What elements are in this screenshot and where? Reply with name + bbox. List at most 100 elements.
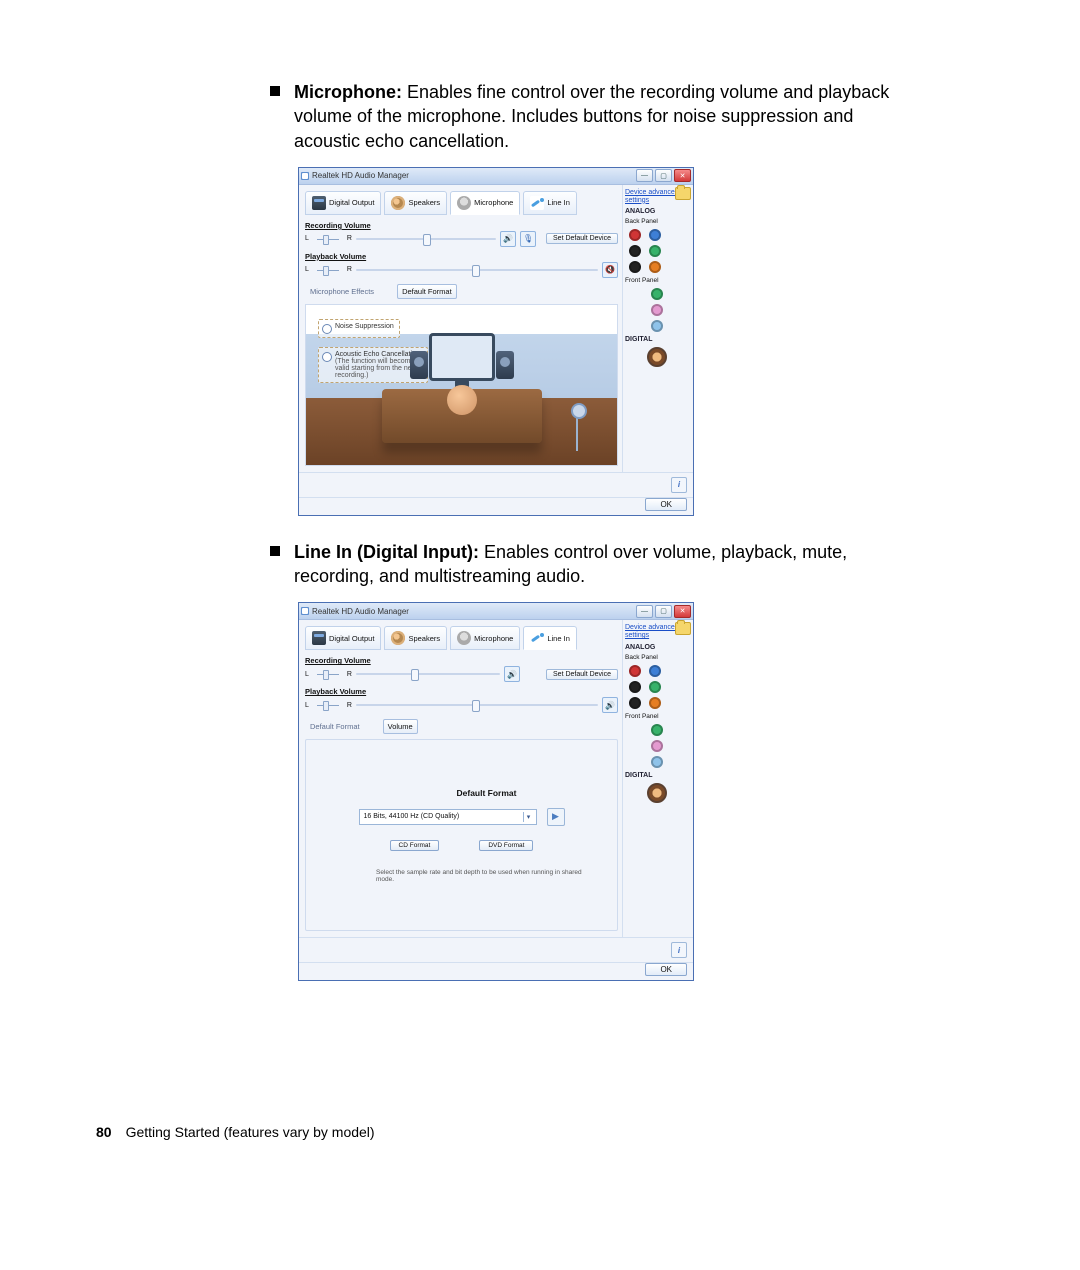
speaker-icon (391, 631, 405, 645)
recording-volume-slider[interactable] (356, 670, 500, 678)
tab-label: Microphone (474, 634, 513, 643)
default-format-heading: Default Format (376, 788, 597, 798)
noise-suppression-option[interactable]: Noise Suppression (318, 319, 400, 338)
tab-microphone[interactable]: Microphone (450, 626, 520, 650)
bullet-text: Line In (Digital Input): Enables control… (294, 540, 920, 589)
sample-format-dropdown[interactable]: 16 Bits, 44100 Hz (CD Quality) ▾ (359, 809, 537, 825)
port-blue[interactable] (649, 665, 661, 677)
digital-heading: DIGITAL (625, 336, 689, 343)
front-port-blue[interactable] (651, 756, 663, 768)
tab-speakers[interactable]: Speakers (384, 626, 447, 650)
subtab-microphone-effects[interactable]: Microphone Effects (305, 284, 379, 299)
recording-volume-slider[interactable] (356, 235, 496, 243)
microphone-graphic (567, 403, 587, 451)
tab-digital-output[interactable]: Digital Output (305, 191, 381, 215)
page-footer: 80Getting Started (features vary by mode… (0, 1124, 1080, 1140)
close-button[interactable]: ✕ (674, 169, 691, 182)
subtab-volume[interactable]: Volume (383, 719, 418, 734)
front-port-green[interactable] (651, 288, 663, 300)
playback-volume-label: Playback Volume (305, 252, 618, 261)
front-port-pink[interactable] (651, 304, 663, 316)
test-play-button[interactable]: ▶ (547, 808, 565, 826)
balance-r: R (347, 266, 352, 273)
port-grey[interactable] (629, 261, 641, 273)
digital-coax-port[interactable] (647, 783, 667, 803)
port-orange[interactable] (649, 697, 661, 709)
bullet-marker (270, 86, 280, 96)
recording-mute-button[interactable]: 🔊 (500, 231, 516, 247)
default-format-pane: Default Format 16 Bits, 44100 Hz (CD Qua… (305, 739, 618, 931)
close-button[interactable]: ✕ (674, 605, 691, 618)
line-in-icon (530, 631, 544, 645)
playback-volume-slider[interactable] (356, 701, 598, 709)
playback-balance[interactable] (313, 266, 343, 274)
microphone-icon (457, 196, 471, 210)
folder-icon[interactable] (675, 622, 691, 635)
ok-button[interactable]: OK (645, 498, 687, 511)
device-tabs: Digital Output Speakers Microphone Line … (305, 626, 618, 650)
recording-mute-button[interactable]: 🔊 (504, 666, 520, 682)
microphone-effects-scene: Noise Suppression Acoustic Echo Cancella… (305, 304, 618, 466)
radio-icon[interactable] (322, 324, 332, 334)
maximize-button[interactable]: ▢ (655, 605, 672, 618)
port-green[interactable] (649, 245, 661, 257)
minimize-button[interactable]: — (636, 605, 653, 618)
port-orange[interactable] (649, 261, 661, 273)
tab-line-in[interactable]: Line In (523, 626, 577, 650)
port-red[interactable] (629, 229, 641, 241)
set-default-device-button[interactable]: Set Default Device (546, 233, 618, 244)
maximize-button[interactable]: ▢ (655, 169, 672, 182)
dvd-format-button[interactable]: DVD Format (479, 840, 533, 851)
port-black[interactable] (629, 681, 641, 693)
tab-speakers[interactable]: Speakers (384, 191, 447, 215)
port-red[interactable] (629, 665, 641, 677)
balance-r: R (347, 702, 352, 709)
recording-balance[interactable] (313, 235, 343, 243)
tab-microphone[interactable]: Microphone (450, 191, 520, 215)
bullet-label: Line In (Digital Input): (294, 542, 479, 562)
cd-format-button[interactable]: CD Format (390, 840, 440, 851)
port-green[interactable] (649, 681, 661, 693)
option-label: Noise Suppression (335, 323, 394, 330)
microphone-icon (457, 631, 471, 645)
front-port-blue[interactable] (651, 320, 663, 332)
playback-balance[interactable] (313, 701, 343, 709)
front-port-pink[interactable] (651, 740, 663, 752)
port-black[interactable] (629, 245, 641, 257)
recording-boost-button[interactable]: 🎙 (520, 231, 536, 247)
balance-l: L (305, 671, 309, 678)
bullet-label: Microphone: (294, 82, 402, 102)
balance-r: R (347, 235, 352, 242)
bullet-line-in: Line In (Digital Input): Enables control… (270, 540, 920, 589)
radio-icon[interactable] (322, 352, 332, 362)
set-default-device-button[interactable]: Set Default Device (546, 669, 618, 680)
recording-balance[interactable] (313, 670, 343, 678)
window-titlebar[interactable]: Realtek HD Audio Manager — ▢ ✕ (299, 603, 693, 620)
tab-label: Microphone (474, 198, 513, 207)
info-button[interactable]: i (671, 942, 687, 958)
playback-mute-button[interactable]: 🔇 (602, 262, 618, 278)
footer-text: Getting Started (features vary by model) (126, 1124, 375, 1140)
analog-heading: ANALOG (625, 208, 689, 215)
folder-icon[interactable] (675, 187, 691, 200)
front-port-green[interactable] (651, 724, 663, 736)
bullet-text: Microphone: Enables fine control over th… (294, 80, 920, 153)
tab-label: Speakers (408, 198, 440, 207)
digital-heading: DIGITAL (625, 772, 689, 779)
ok-button[interactable]: OK (645, 963, 687, 976)
dropdown-value: 16 Bits, 44100 Hz (CD Quality) (364, 813, 460, 820)
monitor-graphic (429, 333, 495, 381)
minimize-button[interactable]: — (636, 169, 653, 182)
tab-digital-output[interactable]: Digital Output (305, 626, 381, 650)
subtab-default-format[interactable]: Default Format (397, 284, 457, 299)
playback-volume-slider[interactable] (356, 266, 598, 274)
subtab-default-format[interactable]: Default Format (305, 719, 365, 734)
info-button[interactable]: i (671, 477, 687, 493)
playback-mute-button[interactable]: 🔊 (602, 697, 618, 713)
tab-line-in[interactable]: Line In (523, 191, 577, 215)
port-blue[interactable] (649, 229, 661, 241)
window-titlebar[interactable]: Realtek HD Audio Manager — ▢ ✕ (299, 168, 693, 185)
speaker-right-graphic (496, 351, 514, 379)
port-grey[interactable] (629, 697, 641, 709)
digital-coax-port[interactable] (647, 347, 667, 367)
